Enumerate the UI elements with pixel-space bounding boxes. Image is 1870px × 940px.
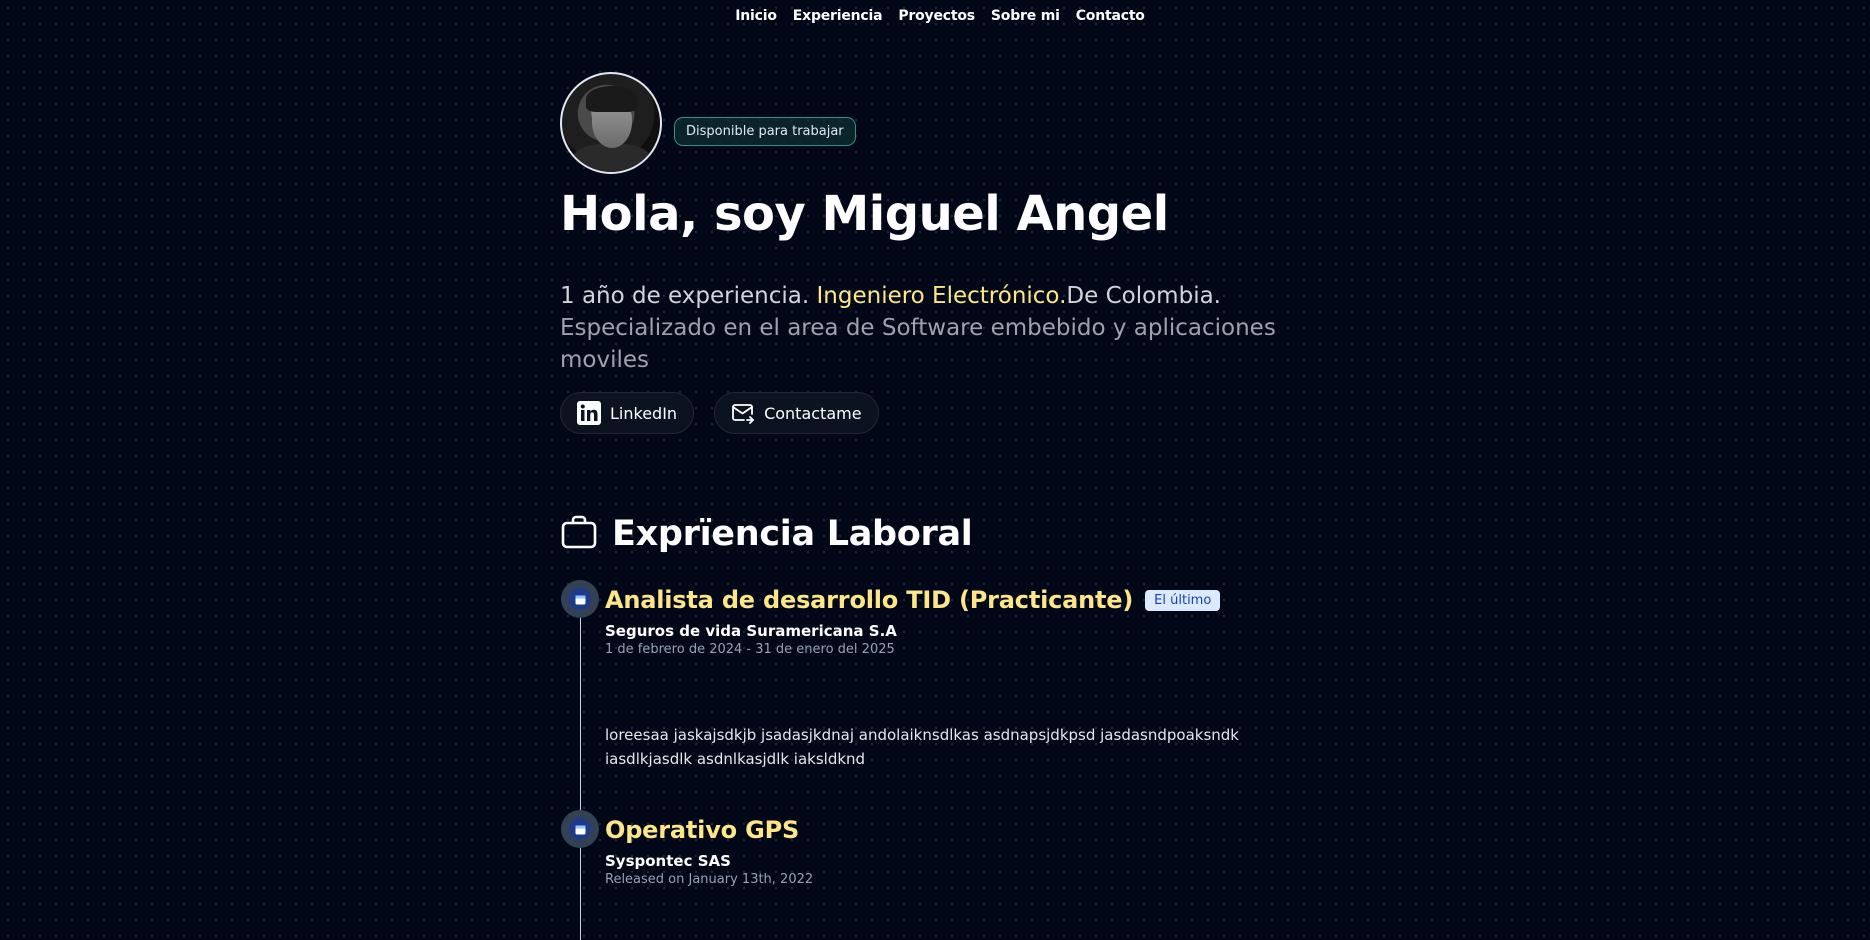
calendar-icon (569, 588, 591, 610)
timeline-line (580, 600, 581, 940)
hero-desc-country: De Colombia. (1066, 283, 1221, 309)
job-description: loreesaa jaskajsdkjb jsadasjkdnaj andola… (605, 726, 1239, 768)
linkedin-icon (577, 401, 601, 425)
nav-link-contacto[interactable]: Contacto (1076, 8, 1145, 24)
job-header: Operativo GPS (605, 816, 1285, 844)
nav-link-experiencia[interactable]: Experiencia (793, 8, 883, 24)
avatar (560, 72, 662, 174)
nav-link-inicio[interactable]: Inicio (735, 8, 777, 24)
nav-link-proyectos[interactable]: Proyectos (898, 8, 975, 24)
latest-badge: El último (1145, 589, 1221, 611)
hero-header: Disponible para trabajar (560, 72, 856, 174)
avatar-body-shape (572, 144, 652, 172)
hero-desc-profession: Ingeniero Electrónico. (816, 283, 1067, 309)
linkedin-button[interactable]: LinkedIn (560, 392, 695, 434)
job-title: Analista de desarrollo TID (Practicante) (605, 586, 1134, 614)
job-header: Analista de desarrollo TID (Practicante)… (605, 586, 1285, 614)
calendar-icon (569, 818, 591, 840)
mail-send-icon (731, 402, 755, 424)
hero-desc-specialization: Especializado en el area de Software emb… (560, 315, 1276, 373)
linkedin-button-label: LinkedIn (610, 403, 678, 423)
nav-link-sobre-mi[interactable]: Sobre mi (991, 8, 1060, 24)
contact-button[interactable]: Contactame (714, 392, 879, 434)
experience-section-title: Exprïencia Laboral (612, 514, 973, 554)
job-title: Operativo GPS (605, 816, 800, 844)
availability-badge: Disponible para trabajar (674, 116, 856, 146)
job-date: Released on January 13th, 2022 (605, 872, 814, 887)
job-entry: Operativo GPS Syspontec SAS Released on … (605, 816, 1285, 887)
experience-section-header: Exprïencia Laboral (560, 514, 973, 554)
job-entry: Analista de desarrollo TID (Practicante)… (605, 586, 1285, 771)
timeline-dot (561, 580, 599, 618)
hero-buttons: LinkedIn Contactame (560, 392, 879, 434)
top-navigation: Inicio Experiencia Proyectos Sobre mi Co… (0, 8, 1870, 24)
avatar-hair-shape (586, 86, 638, 112)
timeline-dot (561, 810, 599, 848)
job-date: 1 de febrero de 2024 - 31 de enero del 2… (605, 642, 895, 657)
hero-description: 1 año de experiencia. Ingeniero Electrón… (560, 280, 1280, 376)
job-company: Seguros de vida Suramericana S.A (605, 622, 897, 640)
contact-button-label: Contactame (764, 403, 862, 423)
hero-title: Hola, soy Miguel Angel (560, 186, 1169, 242)
experience-timeline: Analista de desarrollo TID (Practicante)… (560, 580, 1280, 940)
briefcase-icon (560, 514, 598, 554)
job-company: Syspontec SAS (605, 852, 731, 870)
hero-desc-experience: 1 año de experiencia. (560, 283, 817, 309)
